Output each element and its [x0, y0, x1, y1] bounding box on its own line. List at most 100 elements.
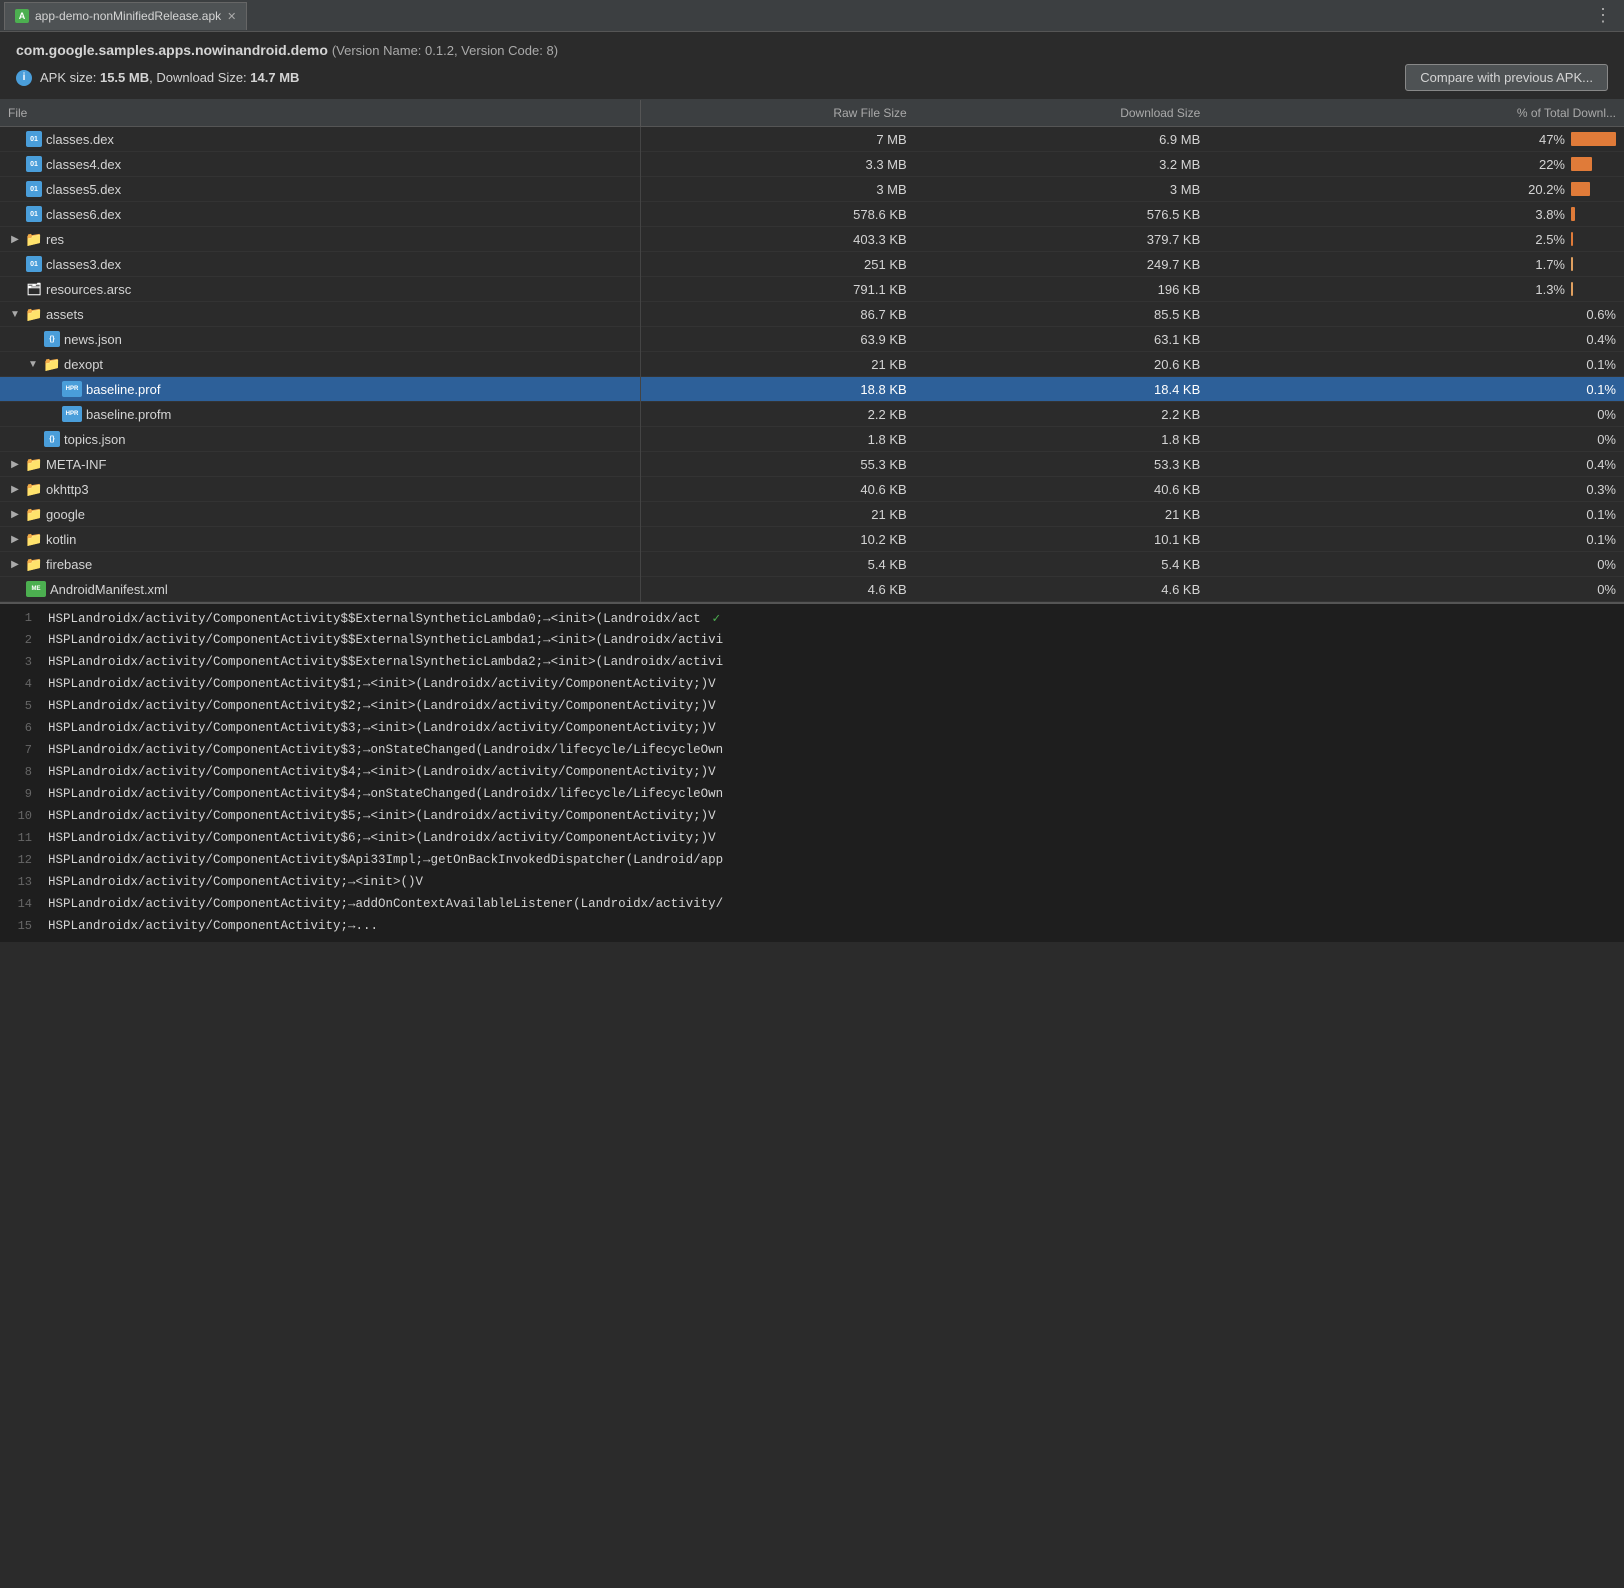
download-size: 53.3 KB — [915, 452, 1209, 477]
pct-cell: 0.1% — [1208, 352, 1624, 377]
expand-arrow[interactable]: ▶ — [8, 484, 22, 495]
file-name-cell: ▶📁okhttp3 — [0, 477, 640, 502]
file-name-text: kotlin — [46, 532, 76, 547]
pct-bar — [1571, 257, 1573, 271]
table-row[interactable]: ▶📁okhttp340.6 KB40.6 KB0.3% — [0, 477, 1624, 502]
version-name: 0.1.2 — [425, 43, 454, 58]
file-name-cell: 01 classes.dex — [0, 127, 640, 152]
pct-cell: 1.3% — [1208, 277, 1624, 302]
code-line: 13HSPLandroidx/activity/ComponentActivit… — [0, 872, 1624, 894]
pct-text: 2.5% — [1535, 232, 1565, 247]
table-row[interactable]: ▶📁firebase5.4 KB5.4 KB0% — [0, 552, 1624, 577]
compare-button[interactable]: Compare with previous APK... — [1405, 64, 1608, 91]
raw-size: 1.8 KB — [640, 427, 915, 452]
raw-size: 2.2 KB — [640, 402, 915, 427]
table-row[interactable]: MEAndroidManifest.xml4.6 KB4.6 KB0% — [0, 577, 1624, 602]
folder-icon: 📁 — [26, 456, 42, 472]
table-row[interactable]: 01classes5.dex3 MB3 MB20.2% — [0, 177, 1624, 202]
package-name: com.google.samples.apps.nowinandroid.dem… — [16, 42, 328, 58]
table-row[interactable]: 01classes3.dex251 KB249.7 KB1.7% — [0, 252, 1624, 277]
table-row[interactable]: 🗂resources.arsc791.1 KB196 KB1.3% — [0, 277, 1624, 302]
tab-file-icon: A — [15, 9, 29, 23]
json-icon: {} — [44, 431, 60, 447]
code-line: 1HSPLandroidx/activity/ComponentActivity… — [0, 608, 1624, 630]
bar-wrap — [1571, 157, 1616, 171]
line-content: HSPLandroidx/activity/ComponentActivity;… — [48, 894, 731, 915]
pct-bar — [1571, 282, 1573, 296]
expand-arrow[interactable]: ▼ — [8, 309, 22, 320]
table-row[interactable]: 01classes6.dex578.6 KB576.5 KB3.8% — [0, 202, 1624, 227]
pct-text: 22% — [1539, 157, 1565, 172]
expand-arrow[interactable]: ▶ — [8, 459, 22, 470]
json-icon: {} — [44, 331, 60, 347]
download-size: 1.8 KB — [915, 427, 1209, 452]
download-size: 3.2 MB — [915, 152, 1209, 177]
file-name-text: META-INF — [46, 457, 106, 472]
dex-icon: 01 — [26, 131, 42, 147]
table-row[interactable]: ▶📁google21 KB21 KB0.1% — [0, 502, 1624, 527]
file-name-cell: ▼📁dexopt — [0, 352, 640, 377]
download-size: 4.6 KB — [915, 577, 1209, 602]
file-name-cell: 01classes3.dex — [0, 252, 640, 277]
pct-cell: 1.7% — [1208, 252, 1624, 277]
file-name-text: classes3.dex — [46, 257, 121, 272]
pct-cell: 47% — [1208, 127, 1624, 152]
table-row[interactable]: ▼📁dexopt21 KB20.6 KB0.1% — [0, 352, 1624, 377]
table-row[interactable]: HPRbaseline.profm2.2 KB2.2 KB0% — [0, 402, 1624, 427]
expand-arrow[interactable]: ▶ — [8, 509, 22, 520]
file-name-text: res — [46, 232, 64, 247]
line-content: HSPLandroidx/activity/ComponentActivity$… — [48, 718, 724, 739]
code-panel: 1 HSPLandroidx/activity/ComponentActivity… — [0, 602, 1624, 942]
file-name-cell: 01classes5.dex — [0, 177, 640, 202]
table-row[interactable]: ▶📁res403.3 KB379.7 KB2.5% — [0, 227, 1624, 252]
table-row[interactable]: {}news.json63.9 KB63.1 KB0.4% — [0, 327, 1624, 352]
pct-cell: 0% — [1208, 552, 1624, 577]
pct-cell: 0.1% — [1208, 527, 1624, 552]
raw-size: 578.6 KB — [640, 202, 915, 227]
folder-icon: 📁 — [26, 531, 42, 547]
pct-text: 1.7% — [1535, 257, 1565, 272]
line-number: 12 — [0, 850, 48, 871]
info-icon: i — [16, 70, 32, 86]
raw-size: 251 KB — [640, 252, 915, 277]
download-size: 10.1 KB — [915, 527, 1209, 552]
line-number: 1 — [0, 608, 48, 629]
download-size: 2.2 KB — [915, 402, 1209, 427]
file-name-text: classes.dex — [46, 132, 114, 147]
code-line: 8HSPLandroidx/activity/ComponentActivity… — [0, 762, 1624, 784]
expand-arrow[interactable]: ▼ — [26, 359, 40, 370]
line-number: 13 — [0, 872, 48, 893]
tab-close-button[interactable]: ✕ — [227, 10, 236, 23]
table-row[interactable]: ▶📁META-INF55.3 KB53.3 KB0.4% — [0, 452, 1624, 477]
file-name-cell: ▼📁assets — [0, 302, 640, 327]
expand-arrow[interactable]: ▶ — [8, 234, 22, 245]
download-size: 5.4 KB — [915, 552, 1209, 577]
table-row[interactable]: {}topics.json1.8 KB1.8 KB0% — [0, 427, 1624, 452]
code-line: 3HSPLandroidx/activity/ComponentActivity… — [0, 652, 1624, 674]
expand-arrow[interactable]: ▶ — [8, 534, 22, 545]
app-title: com.google.samples.apps.nowinandroid.dem… — [16, 42, 1608, 58]
kebab-menu-button[interactable]: ⋮ — [1586, 5, 1620, 26]
download-size: 14.7 MB — [250, 70, 299, 85]
file-name-text: news.json — [64, 332, 122, 347]
table-row[interactable]: HPRbaseline.prof18.8 KB18.4 KB0.1% — [0, 377, 1624, 402]
apk-tab[interactable]: A app-demo-nonMinifiedRelease.apk ✕ — [4, 2, 247, 30]
raw-size: 18.8 KB — [640, 377, 915, 402]
line-content: HSPLandroidx/activity/ComponentActivity$… — [48, 850, 731, 871]
code-line: 11HSPLandroidx/activity/ComponentActivit… — [0, 828, 1624, 850]
table-row[interactable]: 01classes4.dex3.3 MB3.2 MB22% — [0, 152, 1624, 177]
bar-wrap — [1571, 132, 1616, 146]
line-number: 5 — [0, 696, 48, 717]
line-content: HSPLandroidx/activity/ComponentActivity$… — [48, 674, 724, 695]
bar-wrap — [1571, 257, 1616, 271]
table-row[interactable]: ▶📁kotlin10.2 KB10.1 KB0.1% — [0, 527, 1624, 552]
pct-text: 0.3% — [1586, 482, 1616, 497]
file-name-cell: HPRbaseline.prof — [0, 377, 640, 402]
table-row[interactable]: 01classes.dex7 MB6.9 MB47% — [0, 127, 1624, 152]
pct-text: 0.4% — [1586, 457, 1616, 472]
table-row[interactable]: ▼📁assets86.7 KB85.5 KB0.6% — [0, 302, 1624, 327]
folder-icon: 📁 — [26, 306, 42, 322]
expand-arrow[interactable]: ▶ — [8, 559, 22, 570]
pct-text: 0.1% — [1586, 382, 1616, 397]
file-name-cell: MEAndroidManifest.xml — [0, 577, 640, 602]
